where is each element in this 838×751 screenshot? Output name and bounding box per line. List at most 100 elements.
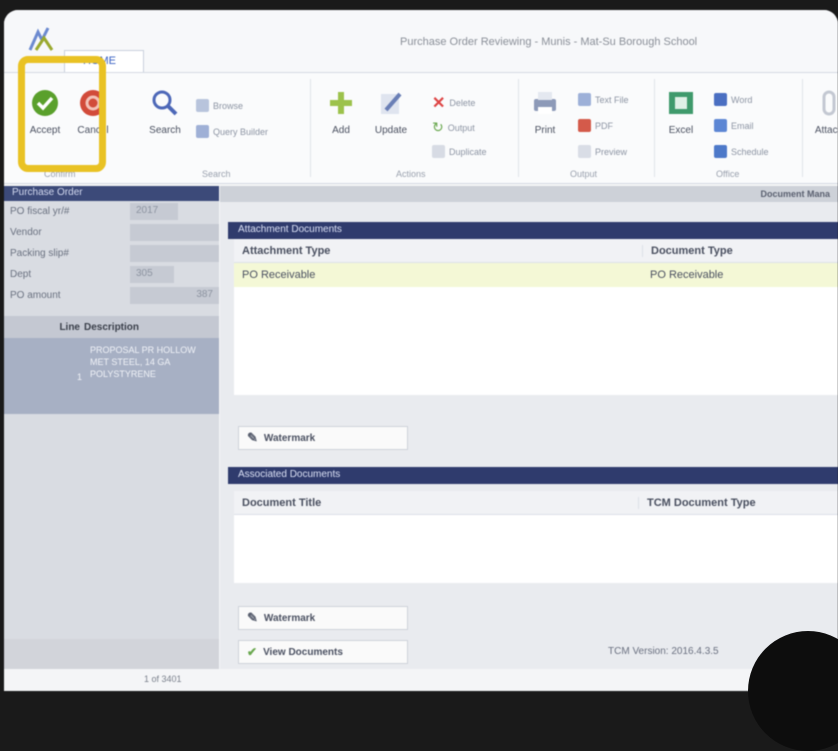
line-item-row[interactable]: 1 PROPOSAL PR HOLLOW MET STEEL, 14 GA PO…: [4, 338, 219, 414]
output-label: Output: [447, 122, 475, 133]
excel-button[interactable]: Excel: [656, 87, 706, 136]
watermark-label-2: Watermark: [263, 612, 316, 624]
word-label: Word: [731, 94, 753, 105]
word-icon: [714, 93, 727, 106]
ribbon-toolbar: Accept Cancel Search Browse Query Builde…: [4, 72, 838, 184]
packing-slip-value[interactable]: [130, 245, 219, 262]
cancel-button[interactable]: Cancel: [68, 87, 118, 136]
accept-button[interactable]: Accept: [20, 87, 70, 136]
group-label-actions: Actions: [396, 169, 426, 179]
text-file-label: Text File: [595, 94, 629, 105]
vendor-value[interactable]: [130, 224, 219, 241]
po-fiscal-value[interactable]: 2017: [130, 203, 178, 220]
preview-icon: [578, 145, 591, 158]
app-window: HOME Purchase Order Reviewing - Munis - …: [4, 10, 838, 691]
printer-icon: [534, 92, 556, 114]
delete-x-icon: ✕: [432, 95, 446, 112]
group-label-output: Output: [570, 169, 598, 179]
pdf-label: PDF: [595, 120, 613, 131]
cancel-icon: [80, 90, 106, 116]
email-label: Email: [731, 120, 754, 131]
document-title-col[interactable]: Document Title: [234, 497, 638, 509]
search-button[interactable]: Search: [140, 87, 190, 136]
document-management-title: Document Mana: [220, 186, 838, 202]
pdf-icon: [578, 119, 591, 132]
word-button[interactable]: Word: [714, 93, 752, 106]
attachment-grid-header: Attachment Type Document Type: [234, 239, 838, 263]
browse-button[interactable]: Browse: [196, 99, 243, 112]
group-label-office: Office: [716, 169, 740, 179]
view-documents-icon: ✔: [247, 645, 258, 659]
print-label: Print: [534, 125, 556, 136]
field-vendor: Vendor: [4, 222, 219, 243]
update-button[interactable]: Update: [366, 87, 416, 136]
delete-button[interactable]: ✕ Delete: [432, 93, 475, 113]
group-label-search: Search: [202, 169, 231, 179]
watermark-button[interactable]: ✎ Watermark: [238, 426, 408, 450]
line-col-header: Line: [59, 321, 80, 333]
preview-button[interactable]: Preview: [578, 145, 627, 158]
accept-label: Accept: [29, 125, 61, 136]
attachment-documents-grid: Attachment Type Document Type PO Receiva…: [234, 239, 838, 395]
dept-label: Dept: [10, 269, 32, 280]
browse-icon: [196, 99, 209, 112]
line-number: 1: [76, 372, 82, 382]
attachment-row[interactable]: PO Receivable PO Receivable: [234, 263, 838, 287]
field-po-amount: PO amount 387: [4, 285, 219, 306]
query-builder-button[interactable]: Query Builder: [196, 125, 268, 138]
group-label-confirm: Confirm: [44, 169, 76, 179]
document-type-col[interactable]: Document Type: [642, 244, 733, 257]
schedule-icon: [714, 145, 727, 158]
packing-slip-label: Packing slip#: [10, 248, 69, 259]
document-management-panel: Document Mana Attachment Documents Attac…: [220, 186, 838, 691]
associated-documents-grid: Document Title TCM Document Type: [234, 491, 838, 583]
po-amount-value[interactable]: 387: [130, 287, 219, 304]
add-plus-icon: [330, 92, 352, 114]
search-icon: [152, 90, 178, 116]
field-packing-slip: Packing slip#: [4, 243, 219, 264]
line-description: PROPOSAL PR HOLLOW MET STEEL, 14 GA POLY…: [90, 345, 196, 379]
add-button[interactable]: Add: [316, 87, 366, 136]
duplicate-icon: [432, 145, 445, 158]
associated-documents-header: Associated Documents: [228, 467, 838, 484]
accept-check-icon: [32, 90, 58, 116]
tcm-version: TCM Version: 2016.4.3.5: [608, 646, 719, 657]
query-builder-label: Query Builder: [213, 126, 269, 137]
field-dept: Dept 305: [4, 264, 219, 285]
browse-label: Browse: [213, 100, 244, 111]
watermark-label: Watermark: [263, 432, 316, 444]
duplicate-button[interactable]: Duplicate: [432, 145, 487, 158]
output-button[interactable]: ↻ Output: [432, 119, 475, 136]
pdf-button[interactable]: PDF: [578, 119, 613, 132]
preview-label: Preview: [595, 146, 628, 157]
window-title: Purchase Order Reviewing - Munis - Mat-S…: [400, 36, 698, 48]
purchase-order-header: Purchase Order: [4, 186, 219, 201]
status-bar: 1 of 3401: [4, 669, 838, 691]
vendor-label: Vendor: [10, 227, 42, 238]
schedule-button[interactable]: Schedule: [714, 145, 769, 158]
email-button[interactable]: Email: [714, 119, 754, 132]
query-builder-icon: [196, 125, 209, 138]
text-file-button[interactable]: Text File: [578, 93, 629, 106]
attach-paperclip-icon: [822, 90, 836, 116]
line-items-header: Line Description: [4, 316, 219, 338]
watermark-button-2[interactable]: ✎ Watermark: [238, 606, 408, 630]
tab-home[interactable]: HOME: [64, 50, 144, 72]
text-file-icon: [578, 93, 591, 106]
title-bar: HOME Purchase Order Reviewing - Munis - …: [4, 10, 838, 72]
dept-value[interactable]: 305: [130, 266, 174, 283]
output-icon: ↻: [432, 119, 444, 135]
description-col-header: Description: [84, 321, 140, 333]
view-documents-button[interactable]: ✔ View Documents: [238, 640, 408, 664]
excel-label: Excel: [668, 125, 694, 136]
view-documents-label: View Documents: [263, 646, 343, 658]
update-label: Update: [374, 125, 408, 136]
print-button[interactable]: Print: [520, 87, 570, 136]
attachment-type-col[interactable]: Attachment Type: [234, 245, 642, 257]
attach-button[interactable]: Attach: [804, 87, 838, 136]
email-icon: [714, 119, 727, 132]
attachment-type-cell: PO Receivable: [242, 269, 316, 281]
record-counter: 1 of 3401: [144, 674, 182, 684]
add-label: Add: [332, 125, 350, 136]
tcm-document-type-col[interactable]: TCM Document Type: [638, 496, 756, 509]
